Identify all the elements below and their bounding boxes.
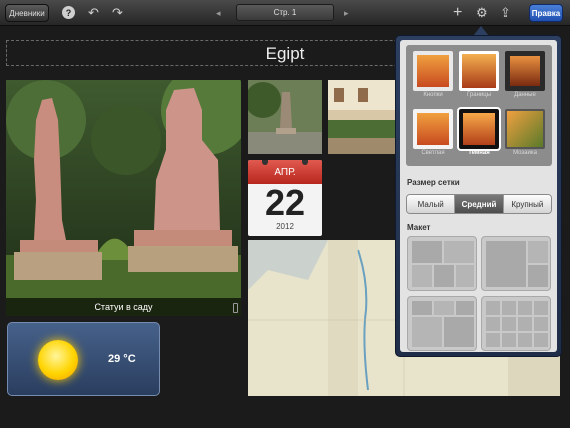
- photo-tile-statue[interactable]: [248, 80, 322, 154]
- theme-option-borders[interactable]: Границы: [459, 51, 499, 103]
- calendar-year: 2012: [276, 222, 294, 231]
- grid-size-label: Размер сетки: [407, 178, 460, 187]
- theme-label: Границы: [467, 92, 491, 98]
- statues-photo: [6, 80, 241, 316]
- weather-tile[interactable]: 29 °C: [7, 322, 160, 396]
- theme-grid: Кнопки Границы Данные Темная Светлая Моз…: [406, 45, 552, 166]
- redo-icon[interactable]: ↷: [112, 4, 123, 22]
- grid-size-large[interactable]: Крупный: [503, 195, 551, 213]
- share-icon[interactable]: ⇪: [500, 4, 511, 22]
- layout-option-4[interactable]: [481, 296, 551, 351]
- undo-icon[interactable]: ↶: [88, 4, 99, 22]
- theme-label: Мозаика: [513, 150, 537, 156]
- theme-thumbnail: [457, 107, 501, 151]
- theme-thumbnail: [505, 109, 545, 149]
- theme-option-light[interactable]: Светлая: [413, 109, 453, 161]
- layout-option-2[interactable]: [481, 236, 551, 291]
- grid-size-small[interactable]: Малый: [407, 195, 456, 213]
- sun-icon: [38, 340, 78, 380]
- layout-preview: [412, 241, 474, 287]
- building-photo: [328, 80, 402, 154]
- top-toolbar: Дневники ? ↶ ↷ ◂ Стр. 1 ▸ + ⚙ ⇪ Правка: [0, 0, 570, 26]
- theme-option-buttons[interactable]: Кнопки: [413, 51, 453, 103]
- prev-page-icon[interactable]: ◂: [216, 4, 221, 22]
- theme-thumbnail: [413, 51, 453, 91]
- theme-thumbnail: [505, 51, 545, 91]
- next-page-icon[interactable]: ▸: [344, 4, 349, 22]
- theme-option-data[interactable]: Данные: [505, 51, 545, 103]
- main-photo-tile[interactable]: Статуи в саду: [6, 80, 241, 316]
- help-icon[interactable]: ?: [62, 6, 75, 19]
- theme-label: Данные: [514, 92, 536, 98]
- statue-photo: [248, 80, 322, 154]
- calendar-day: 22: [264, 182, 306, 223]
- theme-thumbnail: [413, 109, 453, 149]
- photo-tile-building[interactable]: [328, 80, 402, 154]
- page-indicator[interactable]: Стр. 1: [236, 4, 334, 21]
- theme-label: Темная: [468, 150, 490, 156]
- layout-preview: [486, 301, 548, 347]
- theme-label: Светлая: [421, 150, 445, 156]
- popover-content: Кнопки Границы Данные Темная Светлая Моз…: [400, 40, 557, 352]
- add-icon[interactable]: +: [453, 4, 462, 22]
- grid-size-medium[interactable]: Средний: [455, 195, 504, 213]
- theme-option-dark[interactable]: Темная: [457, 107, 501, 161]
- layout-option-1[interactable]: [407, 236, 477, 291]
- settings-popover: Кнопки Границы Данные Темная Светлая Моз…: [395, 35, 562, 357]
- theme-option-mosaic[interactable]: Мозаика: [505, 109, 545, 161]
- edit-button[interactable]: Правка: [529, 4, 563, 22]
- photo-caption: Статуи в саду: [6, 298, 241, 316]
- layout-preview: [486, 241, 548, 287]
- layout-preview: [412, 301, 474, 347]
- gear-icon[interactable]: ⚙: [476, 4, 488, 22]
- temperature: 29 °C: [108, 353, 136, 365]
- theme-label: Кнопки: [423, 92, 443, 98]
- calendar-month: АПР.: [248, 160, 322, 184]
- layout-label: Макет: [407, 223, 431, 232]
- journals-button[interactable]: Дневники: [5, 4, 49, 22]
- layout-option-3[interactable]: [407, 296, 477, 351]
- theme-thumbnail: [459, 51, 499, 91]
- resize-handle[interactable]: [233, 303, 238, 313]
- grid-size-segmented-control: Малый Средний Крупный: [406, 194, 552, 214]
- date-tile[interactable]: АПР. 22 2012: [248, 160, 322, 236]
